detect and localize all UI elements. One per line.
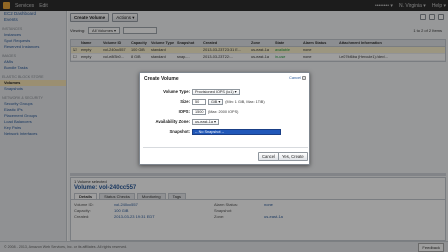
size-label: Size: (180, 99, 190, 104)
size-unit-select[interactable]: GiB ▾ (208, 98, 224, 105)
size-hint: (Min: 1 GiB, Max: 1TiB) (225, 99, 265, 104)
dialog-close[interactable]: Cancel × (289, 76, 306, 80)
aws-console: Services Edit •••••••• ▾ N. Virginia ▾ H… (0, 0, 448, 252)
iops-hint: (Max: 2000 IOPS) (208, 109, 239, 114)
snapshot-row: Snapshot: -- No Snapshot -- (140, 128, 311, 135)
dialog-close-label[interactable]: Cancel (289, 76, 301, 80)
size-control: 50 GiB ▾ (Min: 1 GiB, Max: 1TiB) (192, 98, 265, 105)
iops-label: IOPS: (178, 109, 190, 114)
close-icon[interactable]: × (302, 76, 306, 80)
volume-type-select[interactable]: Provisioned IOPS (io1) ▾ (192, 88, 240, 95)
size-input[interactable]: 50 (192, 98, 206, 105)
availability-zone-row: Availability Zone: us-east-1a ▾ (140, 118, 311, 125)
iops-control: 1500 (Max: 2000 IOPS) (192, 108, 238, 115)
volume-type-row: Volume Type: Provisioned IOPS (io1) ▾ (140, 88, 311, 95)
snapshot-control: -- No Snapshot -- (192, 128, 281, 135)
yes-create-button[interactable]: Yes, Create (278, 152, 308, 161)
size-row: Size: 50 GiB ▾ (Min: 1 GiB, Max: 1TiB) (140, 98, 311, 105)
snapshot-label: Snapshot: (169, 129, 190, 134)
availability-zone-control: us-east-1a ▾ (192, 118, 219, 125)
volume-type-control: Provisioned IOPS (io1) ▾ (192, 88, 240, 95)
dialog-title: Create Volume (144, 76, 179, 82)
snapshot-select[interactable]: -- No Snapshot -- (192, 128, 281, 135)
cancel-button[interactable]: Cancel (258, 152, 280, 161)
create-volume-dialog: Create Volume Cancel × Volume Type: Prov… (139, 72, 310, 165)
volume-type-label: Volume Type: (163, 89, 190, 94)
availability-zone-select[interactable]: us-east-1a ▾ (192, 118, 219, 125)
availability-zone-label: Availability Zone: (155, 119, 190, 124)
dialog-divider (143, 147, 308, 148)
iops-row: IOPS: 1500 (Max: 2000 IOPS) (140, 108, 311, 115)
iops-input[interactable]: 1500 (192, 108, 206, 115)
